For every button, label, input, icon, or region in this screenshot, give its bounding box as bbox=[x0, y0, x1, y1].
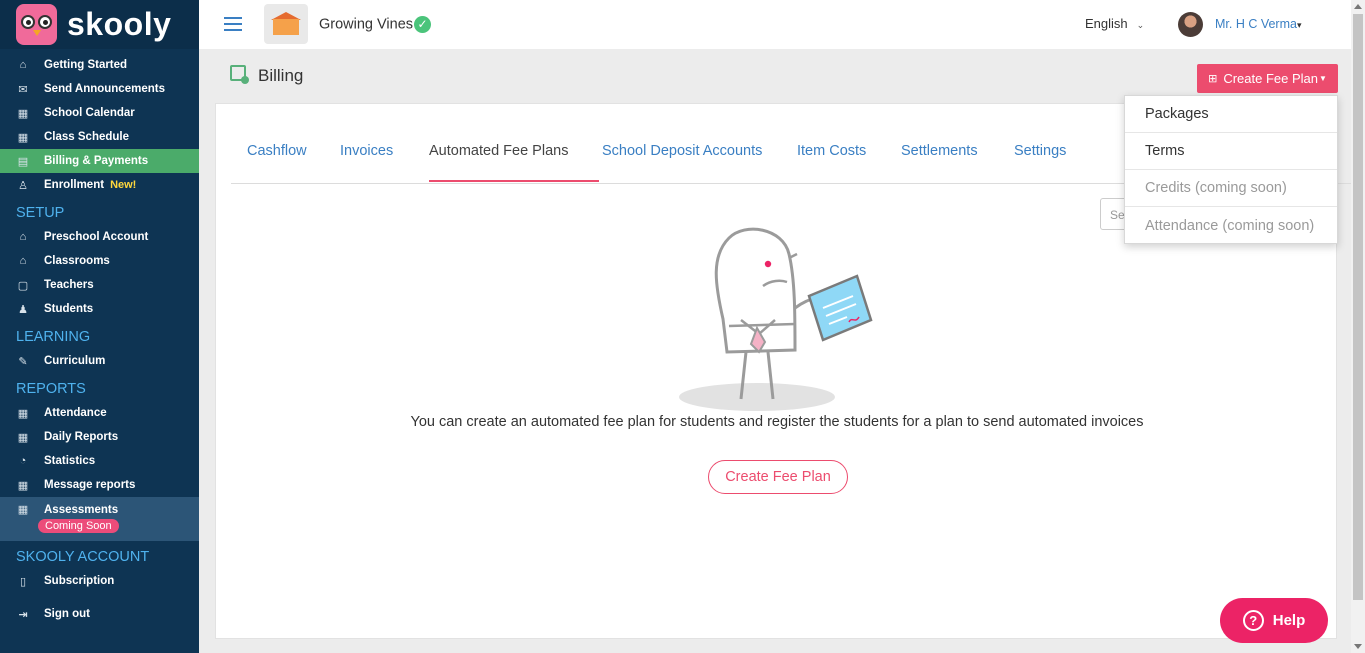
tab-school-deposit-accounts[interactable]: School Deposit Accounts bbox=[602, 143, 762, 159]
user-plus-icon: ♙ bbox=[18, 179, 28, 192]
sidebar-item-send-announcements[interactable]: ✉ Send Announcements bbox=[0, 77, 199, 101]
dropdown-item-credits: Credits (coming soon) bbox=[1125, 170, 1337, 207]
owl-logo-icon bbox=[16, 4, 57, 45]
sidebar-item-getting-started[interactable]: ⌂ Getting Started bbox=[0, 53, 199, 77]
page-title: Billing bbox=[258, 66, 304, 85]
language-selector[interactable]: English ⌄ bbox=[1085, 16, 1144, 31]
tab-invoices[interactable]: Invoices bbox=[340, 143, 393, 159]
help-button[interactable]: ? Help bbox=[1220, 598, 1328, 643]
sidebar-item-curriculum[interactable]: ✎ Curriculum bbox=[0, 349, 199, 373]
top-bar: Growing Vines ✓ English ⌄ Mr. H C Verma▾ bbox=[199, 0, 1351, 49]
brand-name: skooly bbox=[67, 6, 172, 42]
school-logo bbox=[264, 4, 308, 44]
section-learning: LEARNING bbox=[16, 329, 91, 345]
school-name[interactable]: Growing Vines ✓ bbox=[319, 16, 432, 33]
tab-cashflow[interactable]: Cashflow bbox=[247, 143, 307, 159]
section-skooly-account: SKOOLY ACCOUNT bbox=[16, 549, 150, 565]
assessment-icon: ▦ bbox=[17, 504, 29, 516]
bookmark-icon: ▯ bbox=[19, 575, 27, 588]
billing-page-icon bbox=[230, 65, 249, 84]
calendar-icon: ▦ bbox=[17, 107, 29, 120]
coming-soon-badge: Coming Soon bbox=[38, 519, 119, 533]
sidebar-item-school-calendar[interactable]: ▦ School Calendar bbox=[0, 101, 199, 125]
logo[interactable]: skooly bbox=[0, 0, 199, 49]
create-fee-plan-dropdown: Packages Terms Credits (coming soon) Att… bbox=[1124, 95, 1338, 244]
classroom-icon: ⌂ bbox=[19, 255, 27, 267]
megaphone-icon: ✉ bbox=[18, 83, 28, 96]
sidebar-item-statistics[interactable]: ◔ Statistics bbox=[0, 449, 199, 473]
empty-state-message: You can create an automated fee plan for… bbox=[410, 414, 1144, 430]
sidebar-item-daily-reports[interactable]: ▦ Daily Reports bbox=[0, 425, 199, 449]
scrollbar-thumb[interactable] bbox=[1353, 14, 1363, 600]
sidebar-item-message-reports[interactable]: ▦ Message reports bbox=[0, 473, 199, 497]
sidebar-item-subscription[interactable]: ▯ Subscription bbox=[0, 569, 199, 593]
report-icon: ▦ bbox=[17, 431, 29, 444]
billing-icon: ▤ bbox=[17, 155, 29, 168]
sidebar-item-sign-out[interactable]: ⇥ Sign out bbox=[0, 602, 199, 626]
chevron-down-icon: ⌄ bbox=[1136, 20, 1145, 30]
calendar-icon: ▦ bbox=[17, 131, 29, 144]
caret-down-icon: ▾ bbox=[1296, 20, 1302, 30]
hamburger-menu-icon[interactable] bbox=[224, 17, 242, 31]
empty-state-illustration bbox=[679, 227, 873, 411]
tab-automated-fee-plans[interactable]: Automated Fee Plans bbox=[429, 143, 568, 159]
school-icon: ⌂ bbox=[19, 231, 27, 243]
teacher-icon: ▢ bbox=[17, 279, 29, 292]
sidebar-item-assessments[interactable]: ▦ Assessments Coming Soon bbox=[0, 497, 199, 541]
create-fee-plan-button[interactable]: ⊞ Create Fee Plan ▼ bbox=[1197, 64, 1338, 93]
tab-settlements[interactable]: Settlements bbox=[901, 143, 978, 159]
sidebar-item-classrooms[interactable]: ⌂ Classrooms bbox=[0, 249, 199, 273]
question-icon: ? bbox=[1242, 610, 1264, 631]
sidebar-item-billing-payments[interactable]: ▤ Billing & Payments bbox=[0, 149, 199, 173]
user-menu[interactable]: Mr. H C Verma▾ bbox=[1215, 17, 1302, 31]
section-reports: REPORTS bbox=[16, 381, 86, 397]
sign-out-icon: ⇥ bbox=[18, 608, 28, 621]
tab-item-costs[interactable]: Item Costs bbox=[797, 143, 866, 159]
tab-settings[interactable]: Settings bbox=[1014, 143, 1066, 159]
dropdown-item-packages[interactable]: Packages bbox=[1125, 96, 1337, 133]
section-setup: SETUP bbox=[16, 205, 65, 221]
scroll-down-icon[interactable] bbox=[1354, 644, 1362, 649]
sidebar-item-preschool-account[interactable]: ⌂ Preschool Account bbox=[0, 225, 199, 249]
sidebar-item-attendance[interactable]: ▦ Attendance bbox=[0, 401, 199, 425]
home-icon: ⌂ bbox=[19, 59, 27, 71]
avatar[interactable] bbox=[1178, 12, 1203, 37]
pie-chart-icon: ◔ bbox=[19, 455, 27, 467]
scroll-up-icon[interactable] bbox=[1354, 4, 1362, 9]
vertical-scrollbar[interactable] bbox=[1351, 0, 1365, 653]
student-icon: ♟ bbox=[18, 303, 28, 316]
sidebar-item-enrollment[interactable]: ♙ Enrollment New! bbox=[0, 173, 199, 197]
message-report-icon: ▦ bbox=[17, 479, 29, 492]
sidebar-item-students[interactable]: ♟ Students bbox=[0, 297, 199, 321]
caret-down-icon: ▼ bbox=[1318, 74, 1327, 83]
plus-square-icon: ⊞ bbox=[1208, 73, 1218, 85]
verified-check-icon: ✓ bbox=[414, 16, 432, 33]
dropdown-item-terms[interactable]: Terms bbox=[1125, 133, 1337, 170]
dropdown-item-attendance: Attendance (coming soon) bbox=[1145, 217, 1315, 234]
curriculum-icon: ✎ bbox=[18, 355, 28, 368]
sidebar-item-class-schedule[interactable]: ▦ Class Schedule bbox=[0, 125, 199, 149]
active-tab-indicator bbox=[429, 180, 599, 182]
sidebar: skooly ⌂ Getting Started ✉ Send Announce… bbox=[0, 0, 199, 653]
empty-state-create-fee-plan-button[interactable]: Create Fee Plan bbox=[708, 460, 848, 494]
attendance-icon: ▦ bbox=[17, 407, 29, 420]
new-badge: New! bbox=[110, 179, 137, 191]
sidebar-item-teachers[interactable]: ▢ Teachers bbox=[0, 273, 199, 297]
